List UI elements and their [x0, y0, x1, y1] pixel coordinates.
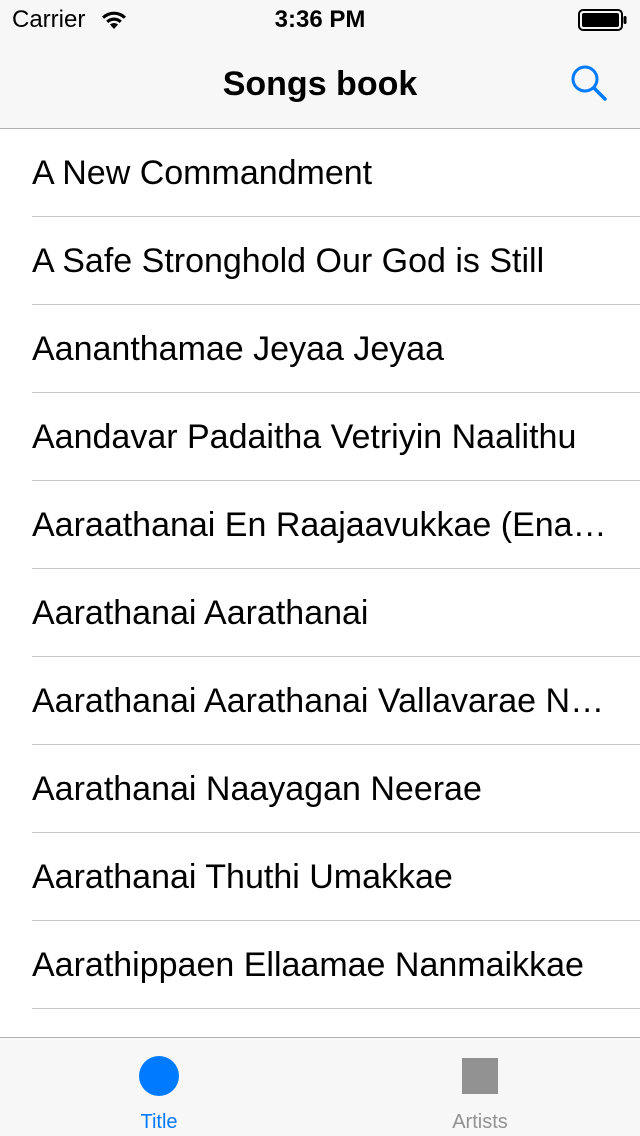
tab-title-label: Title: [140, 1111, 178, 1133]
song-title: Aananthamae Jeyaa Jeyaa: [32, 330, 445, 368]
song-title: A New Commandment: [32, 154, 373, 192]
list-item[interactable]: Aarathippaen Ellaamae Nanmaikkae: [0, 921, 640, 1009]
song-title: Aarathippaen Ellaamae Nanmaikkae: [32, 946, 584, 984]
circle-icon: [139, 1056, 179, 1096]
list-item[interactable]: Aarathanai Aarathanai: [0, 569, 640, 657]
list-item[interactable]: A Safe Stronghold Our God is Still: [0, 217, 640, 305]
tab-artists[interactable]: Artists: [380, 1038, 580, 1136]
list-item[interactable]: Aarathanai Aarathanai Vallavarae Naan: [0, 657, 640, 745]
song-title: Aarathanai Aarathanai Vallavarae Naan: [32, 682, 612, 720]
song-title: A Safe Stronghold Our God is Still: [32, 242, 545, 280]
list-item[interactable]: Aarathanai Thuthi Umakkae: [0, 833, 640, 921]
list-item[interactable]: [0, 1009, 640, 1037]
list-item[interactable]: Aananthamae Jeyaa Jeyaa: [0, 305, 640, 393]
song-title: Aarathanai Thuthi Umakkae: [32, 858, 453, 896]
list-item[interactable]: Aandavar Padaitha Vetriyin Naalithu: [0, 393, 640, 481]
search-icon: [568, 65, 612, 110]
songs-list[interactable]: A New Commandment A Safe Stronghold Our …: [0, 129, 640, 1037]
list-item[interactable]: Aarathanai Naayagan Neerae: [0, 745, 640, 833]
tab-bar: Title Artists: [0, 1037, 640, 1136]
song-title: Aandavar Padaitha Vetriyin Naalithu: [32, 418, 577, 456]
square-icon: [462, 1058, 498, 1094]
song-title: Aarathanai Naayagan Neerae: [32, 770, 482, 808]
song-title: Aaraathanai En Raajaavukkae (Enakkulae I…: [32, 506, 612, 544]
battery-icon: [578, 9, 628, 31]
status-bar: Carrier 3:36 PM: [0, 0, 640, 40]
status-time: 3:36 PM: [274, 6, 366, 33]
search-button[interactable]: [568, 62, 612, 106]
page-title: Songs book: [222, 65, 418, 103]
navigation-bar: Songs book: [0, 40, 640, 129]
tab-artists-label: Artists: [452, 1111, 508, 1133]
tab-title[interactable]: Title: [59, 1038, 259, 1136]
song-title: Aarathanai Aarathanai: [32, 594, 369, 632]
list-item[interactable]: Aaraathanai En Raajaavukkae (Enakkulae I…: [0, 481, 640, 569]
list-item[interactable]: A New Commandment: [0, 129, 640, 217]
screen: Carrier 3:36 PM Songs book A New Command…: [0, 0, 640, 1136]
